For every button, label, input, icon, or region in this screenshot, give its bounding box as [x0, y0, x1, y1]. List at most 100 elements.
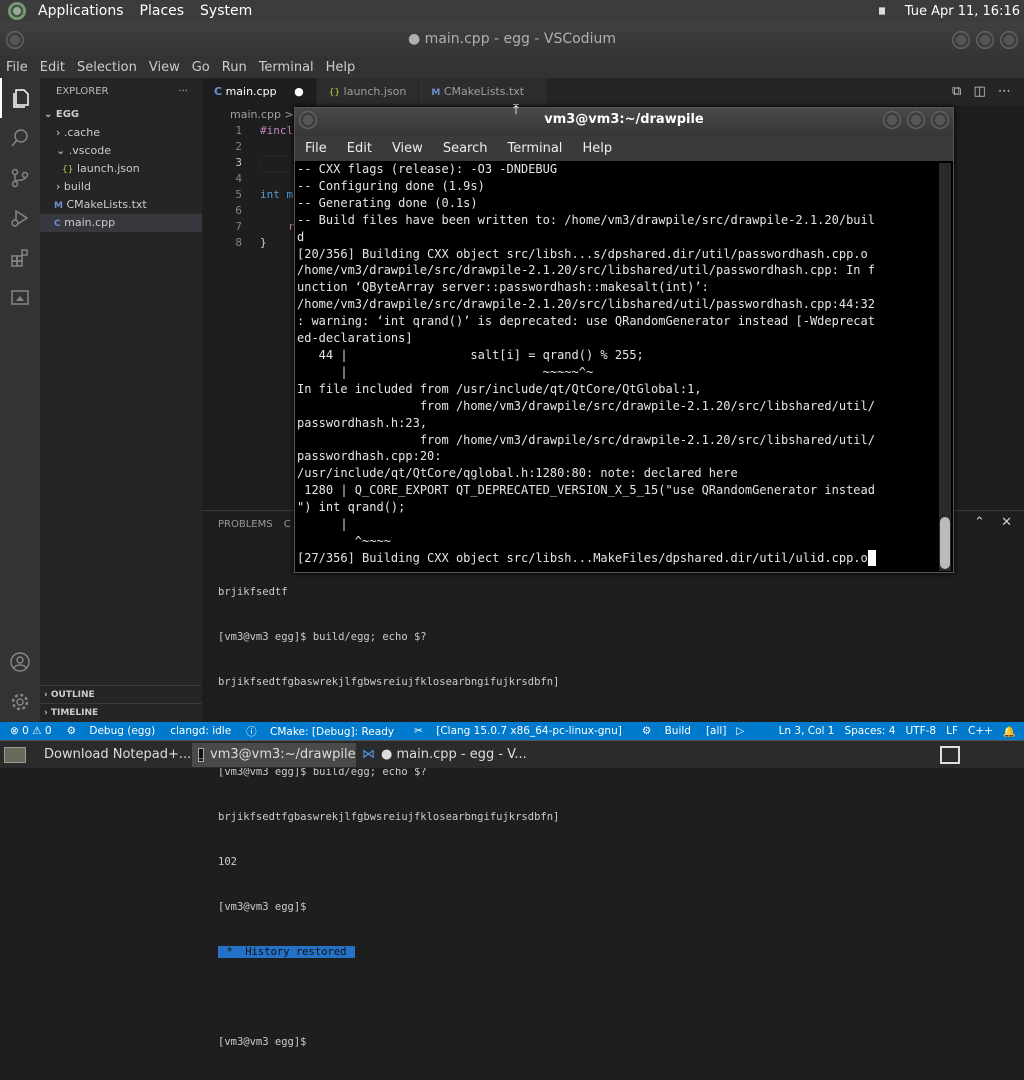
terminal-output[interactable]: -- CXX flags (release): -O3 -DNDEBUG -- C… [297, 161, 939, 572]
tree-item-launch-json[interactable]: {} launch.json [40, 160, 202, 178]
minimize-button[interactable] [952, 31, 970, 49]
maximize-button[interactable] [976, 31, 994, 49]
settings-gear-icon[interactable] [0, 682, 40, 722]
tools-icon: ✂ [414, 725, 423, 737]
window-titlebar[interactable]: ● main.cpp - egg - VSCodium [0, 22, 1024, 56]
terminal-line: /home/vm3/drawpile/src/drawpile-2.1.20/s… [297, 263, 875, 278]
cursor-position[interactable]: Ln 3, Col 1 [774, 725, 840, 737]
places-menu[interactable]: Places [132, 0, 193, 22]
window-menu-icon[interactable] [6, 31, 24, 49]
integrated-terminal-output[interactable]: brjikfsedtf [vm3@vm3 egg]$ build/egg; ec… [218, 555, 559, 1080]
run-icon[interactable]: ▷ [731, 725, 749, 737]
terminal-line: 102 [218, 856, 237, 868]
build-button[interactable]: ⚙ Build [632, 725, 701, 737]
menu-run[interactable]: Run [216, 60, 253, 75]
cmake-status[interactable]: ⓘ CMake: [Debug]: Ready [236, 724, 404, 739]
remote-explorer-icon[interactable] [0, 278, 40, 318]
code-line[interactable]: } [260, 236, 267, 249]
terminal-window-menu-icon[interactable] [299, 111, 317, 129]
notifications-icon[interactable]: 🔔 [998, 725, 1024, 738]
tab-main-cpp[interactable]: C main.cpp ● [202, 78, 317, 106]
tab-output[interactable]: C [284, 519, 291, 530]
clock[interactable]: Tue Apr 11, 16:16 [905, 4, 1020, 19]
tab-cmakelists[interactable]: M CMakeLists.txt [419, 78, 548, 106]
problems-status[interactable]: ⊗ 0 ⚠ 0 [0, 725, 57, 737]
applications-menu[interactable]: Applications [30, 0, 132, 22]
terminal-scrollbar[interactable] [939, 163, 951, 571]
show-desktop-icon[interactable] [4, 746, 26, 763]
language-mode[interactable]: C++ [963, 725, 998, 737]
tree-item-main-cpp[interactable]: C main.cpp [40, 214, 202, 232]
tree-item-vscode[interactable]: ⌄ .vscode [40, 142, 202, 160]
outline-section[interactable]: › OUTLINE [40, 685, 202, 703]
layout-icon[interactable]: ◫ [973, 84, 985, 99]
menu-edit[interactable]: Edit [34, 60, 71, 75]
terminal-menu-search[interactable]: Search [433, 141, 498, 156]
terminal-minimize-button[interactable] [883, 111, 901, 129]
close-button[interactable] [1000, 31, 1018, 49]
chevron-right-icon: › [56, 180, 61, 193]
tree-item-build[interactable]: › build [40, 178, 202, 196]
breadcrumb[interactable]: main.cpp > [202, 106, 294, 124]
task-vscodium[interactable]: ⋈ ● main.cpp - egg - V... [356, 743, 526, 767]
source-control-icon[interactable] [0, 158, 40, 198]
terminal-menu-help[interactable]: Help [572, 141, 622, 156]
account-icon[interactable] [0, 642, 40, 682]
terminal-line: ") int qrand(); [297, 500, 406, 515]
search-icon[interactable] [0, 118, 40, 158]
tab-launch-json[interactable]: {} launch.json [316, 78, 420, 106]
panel-actions: ⌃ ✕ [974, 515, 1012, 530]
terminal-line: /usr/include/qt/QtCore/qglobal.h:1280:80… [297, 466, 738, 481]
editor-actions: ⧉ ◫ ⋯ [952, 78, 1024, 106]
maximize-panel-icon[interactable]: ⌃ [974, 515, 985, 530]
explorer-more-icon[interactable]: ··· [178, 78, 188, 106]
scrollbar-thumb[interactable] [940, 517, 950, 569]
system-menu[interactable]: System [192, 0, 260, 22]
kit-status[interactable]: ✂ [Clang 15.0.7 x86_64-pc-linux-gnu] [404, 725, 632, 737]
terminal-icon: _ [198, 747, 204, 762]
build-target[interactable]: [all] [701, 725, 731, 737]
distro-logo-icon[interactable] [8, 2, 26, 20]
task-terminal[interactable]: _ vm3@vm3:~/drawpile [192, 742, 356, 767]
indentation[interactable]: Spaces: 4 [839, 725, 900, 737]
code-line[interactable]: #incl [260, 124, 293, 137]
workspace-switcher[interactable] [940, 745, 960, 764]
volume-icon[interactable] [878, 2, 891, 20]
terminal-menu-edit[interactable]: Edit [337, 141, 382, 156]
tree-item-cmakelists[interactable]: M CMakeLists.txt [40, 196, 202, 214]
workspace-root[interactable]: ⌄ EGG [40, 106, 202, 124]
menu-go[interactable]: Go [186, 60, 216, 75]
text-cursor [867, 549, 876, 566]
tree-item-cache[interactable]: › .cache [40, 124, 202, 142]
gear-icon: ⚙ [641, 725, 652, 737]
unsaved-dot-icon[interactable]: ● [294, 85, 304, 98]
cpp-file-icon: C [54, 219, 61, 229]
end-of-line[interactable]: LF [941, 725, 963, 737]
terminal-menu-view[interactable]: View [382, 141, 433, 156]
close-panel-icon[interactable]: ✕ [1001, 515, 1012, 530]
terminal-menu-file[interactable]: File [295, 141, 337, 156]
chevron-down-icon: ⌄ [56, 144, 66, 157]
clangd-status[interactable]: clangd: idle [165, 725, 236, 737]
run-debug-icon[interactable] [0, 198, 40, 238]
tab-problems[interactable]: PROBLEMS [218, 519, 273, 530]
terminal-close-button[interactable] [931, 111, 949, 129]
terminal-titlebar[interactable]: vm3@vm3:~/drawpile [295, 108, 953, 136]
explorer-icon[interactable] [0, 78, 40, 118]
split-editor-icon[interactable]: ⧉ [952, 84, 961, 99]
encoding[interactable]: UTF-8 [900, 725, 941, 737]
task-firefox[interactable]: Download Notepad+... [32, 743, 192, 767]
menu-file[interactable]: File [0, 60, 34, 75]
menu-view[interactable]: View [143, 60, 186, 75]
terminal-line: 1280 | Q_CORE_EXPORT QT_DEPRECATED_VERSI… [297, 483, 875, 498]
extensions-icon[interactable] [0, 238, 40, 278]
debug-status[interactable]: ⚙ Debug (egg) [57, 725, 166, 737]
menu-selection[interactable]: Selection [71, 60, 143, 75]
terminal-menu-terminal[interactable]: Terminal [497, 141, 572, 156]
menu-terminal[interactable]: Terminal [253, 60, 320, 75]
menu-help[interactable]: Help [320, 60, 362, 75]
code-line[interactable]: int m [260, 188, 293, 201]
terminal-maximize-button[interactable] [907, 111, 925, 129]
timeline-section[interactable]: › TIMELINE [40, 703, 202, 721]
more-actions-icon[interactable]: ⋯ [998, 84, 1011, 99]
